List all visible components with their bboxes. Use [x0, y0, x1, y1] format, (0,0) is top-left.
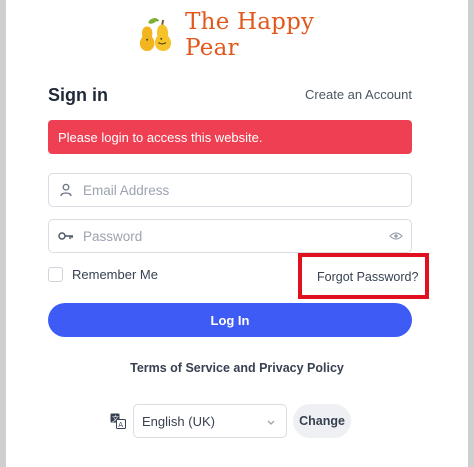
email-input[interactable] [81, 173, 411, 207]
pear-icon [139, 17, 172, 51]
terms-link[interactable]: Terms of Service and Privacy Policy [6, 361, 468, 375]
translate-icon: 文 A [110, 413, 126, 434]
login-page: The Happy Pear Sign in Create an Account… [6, 0, 468, 467]
forgot-password-link[interactable]: Forgot Password? [317, 270, 418, 284]
remember-me-label: Remember Me [72, 267, 158, 282]
language-selector-row: 文 A English (UK) Change [6, 404, 468, 438]
chevron-down-icon [266, 415, 276, 430]
alert-message: Please login to access this website. [58, 129, 263, 145]
password-field[interactable] [48, 219, 412, 253]
page-title: Sign in [48, 85, 108, 105]
brand-name: The Happy Pear [185, 9, 315, 61]
svg-text:A: A [118, 421, 123, 429]
email-field[interactable] [48, 173, 412, 207]
language-selected: English (UK) [142, 413, 215, 429]
change-language-button[interactable]: Change [293, 404, 351, 438]
remember-me-checkbox[interactable] [48, 267, 63, 282]
key-icon [51, 230, 81, 242]
remember-me[interactable]: Remember Me [48, 267, 158, 282]
create-account-link[interactable]: Create an Account [305, 87, 412, 102]
brand-logo: The Happy Pear [134, 9, 364, 61]
eye-icon[interactable] [381, 231, 411, 241]
login-required-alert: Please login to access this website. [48, 120, 412, 154]
user-icon [51, 183, 81, 197]
language-select[interactable]: English (UK) [133, 404, 287, 438]
password-input[interactable] [81, 219, 381, 253]
login-button[interactable]: Log In [48, 303, 412, 337]
